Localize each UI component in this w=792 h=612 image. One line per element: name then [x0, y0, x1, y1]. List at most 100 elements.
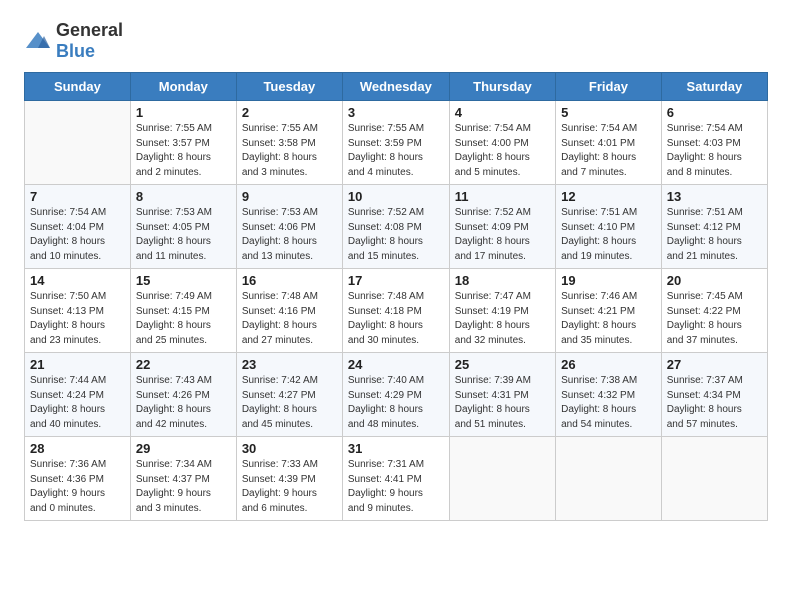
weekday-header-tuesday: Tuesday	[236, 73, 342, 101]
calendar-cell: 1 Sunrise: 7:55 AM Sunset: 3:57 PM Daylig…	[130, 101, 236, 185]
day-info: Sunrise: 7:49 AM Sunset: 4:15 PM Dayligh…	[136, 290, 231, 348]
calendar-week-1: 1 Sunrise: 7:55 AM Sunset: 3:57 PM Daylig…	[25, 101, 768, 185]
weekday-header-friday: Friday	[556, 73, 662, 101]
day-number: 16	[242, 273, 337, 288]
day-info: Sunrise: 7:45 AM Sunset: 4:22 PM Dayligh…	[667, 290, 762, 348]
day-number: 3	[348, 105, 444, 120]
day-info: Sunrise: 7:37 AM Sunset: 4:34 PM Dayligh…	[667, 374, 762, 432]
day-number: 20	[667, 273, 762, 288]
weekday-header-thursday: Thursday	[449, 73, 555, 101]
logo-blue: Blue	[56, 41, 95, 61]
calendar-header-row: SundayMondayTuesdayWednesdayThursdayFrid…	[25, 73, 768, 101]
calendar-cell: 10 Sunrise: 7:52 AM Sunset: 4:08 PM Dayli…	[342, 185, 449, 269]
weekday-header-wednesday: Wednesday	[342, 73, 449, 101]
day-number: 18	[455, 273, 550, 288]
calendar-cell: 2 Sunrise: 7:55 AM Sunset: 3:58 PM Daylig…	[236, 101, 342, 185]
day-info: Sunrise: 7:52 AM Sunset: 4:08 PM Dayligh…	[348, 206, 444, 264]
day-info: Sunrise: 7:47 AM Sunset: 4:19 PM Dayligh…	[455, 290, 550, 348]
calendar-cell: 11 Sunrise: 7:52 AM Sunset: 4:09 PM Dayli…	[449, 185, 555, 269]
day-number: 29	[136, 441, 231, 456]
calendar-cell	[556, 437, 662, 521]
calendar-cell: 30Sunrise: 7:33 AM Sunset: 4:39 PM Dayli…	[236, 437, 342, 521]
calendar-cell: 3 Sunrise: 7:55 AM Sunset: 3:59 PM Daylig…	[342, 101, 449, 185]
logo: General Blue	[24, 20, 123, 62]
day-number: 27	[667, 357, 762, 372]
weekday-header-sunday: Sunday	[25, 73, 131, 101]
logo-icon	[24, 30, 52, 52]
day-info: Sunrise: 7:43 AM Sunset: 4:26 PM Dayligh…	[136, 374, 231, 432]
calendar-cell: 9 Sunrise: 7:53 AM Sunset: 4:06 PM Daylig…	[236, 185, 342, 269]
day-number: 31	[348, 441, 444, 456]
calendar-cell: 18 Sunrise: 7:47 AM Sunset: 4:19 PM Dayli…	[449, 269, 555, 353]
day-info: Sunrise: 7:55 AM Sunset: 3:59 PM Dayligh…	[348, 122, 444, 180]
day-info: Sunrise: 7:55 AM Sunset: 3:57 PM Dayligh…	[136, 122, 231, 180]
day-info: Sunrise: 7:51 AM Sunset: 4:10 PM Dayligh…	[561, 206, 656, 264]
day-number: 21	[30, 357, 125, 372]
day-info: Sunrise: 7:48 AM Sunset: 4:16 PM Dayligh…	[242, 290, 337, 348]
day-number: 5	[561, 105, 656, 120]
calendar-cell: 19Sunrise: 7:46 AM Sunset: 4:21 PM Dayli…	[556, 269, 662, 353]
calendar-cell: 12 Sunrise: 7:51 AM Sunset: 4:10 PM Dayli…	[556, 185, 662, 269]
day-number: 8	[136, 189, 231, 204]
calendar-week-2: 7 Sunrise: 7:54 AM Sunset: 4:04 PM Daylig…	[25, 185, 768, 269]
day-number: 2	[242, 105, 337, 120]
calendar-cell: 17 Sunrise: 7:48 AM Sunset: 4:18 PM Dayli…	[342, 269, 449, 353]
day-info: Sunrise: 7:53 AM Sunset: 4:06 PM Dayligh…	[242, 206, 337, 264]
day-number: 22	[136, 357, 231, 372]
day-info: Sunrise: 7:55 AM Sunset: 3:58 PM Dayligh…	[242, 122, 337, 180]
calendar-cell: 15 Sunrise: 7:49 AM Sunset: 4:15 PM Dayli…	[130, 269, 236, 353]
day-info: Sunrise: 7:54 AM Sunset: 4:03 PM Dayligh…	[667, 122, 762, 180]
calendar-cell: 28 Sunrise: 7:36 AM Sunset: 4:36 PM Dayli…	[25, 437, 131, 521]
day-info: Sunrise: 7:39 AM Sunset: 4:31 PM Dayligh…	[455, 374, 550, 432]
calendar-cell: 7 Sunrise: 7:54 AM Sunset: 4:04 PM Daylig…	[25, 185, 131, 269]
calendar-cell: 31 Sunrise: 7:31 AM Sunset: 4:41 PM Dayli…	[342, 437, 449, 521]
day-number: 17	[348, 273, 444, 288]
calendar-cell: 24 Sunrise: 7:40 AM Sunset: 4:29 PM Dayli…	[342, 353, 449, 437]
day-number: 15	[136, 273, 231, 288]
calendar-cell	[25, 101, 131, 185]
calendar-cell: 21 Sunrise: 7:44 AM Sunset: 4:24 PM Dayli…	[25, 353, 131, 437]
day-info: Sunrise: 7:52 AM Sunset: 4:09 PM Dayligh…	[455, 206, 550, 264]
calendar-cell: 8 Sunrise: 7:53 AM Sunset: 4:05 PM Daylig…	[130, 185, 236, 269]
calendar-week-5: 28 Sunrise: 7:36 AM Sunset: 4:36 PM Dayli…	[25, 437, 768, 521]
day-number: 28	[30, 441, 125, 456]
calendar-cell: 4Sunrise: 7:54 AM Sunset: 4:00 PM Daylig…	[449, 101, 555, 185]
calendar-cell	[661, 437, 767, 521]
calendar-cell: 5 Sunrise: 7:54 AM Sunset: 4:01 PM Daylig…	[556, 101, 662, 185]
day-info: Sunrise: 7:53 AM Sunset: 4:05 PM Dayligh…	[136, 206, 231, 264]
day-info: Sunrise: 7:36 AM Sunset: 4:36 PM Dayligh…	[30, 458, 125, 516]
day-number: 24	[348, 357, 444, 372]
day-info: Sunrise: 7:40 AM Sunset: 4:29 PM Dayligh…	[348, 374, 444, 432]
calendar-cell: 6 Sunrise: 7:54 AM Sunset: 4:03 PM Daylig…	[661, 101, 767, 185]
day-info: Sunrise: 7:46 AM Sunset: 4:21 PM Dayligh…	[561, 290, 656, 348]
day-number: 25	[455, 357, 550, 372]
day-number: 11	[455, 189, 550, 204]
day-number: 1	[136, 105, 231, 120]
day-info: Sunrise: 7:48 AM Sunset: 4:18 PM Dayligh…	[348, 290, 444, 348]
calendar-cell: 29 Sunrise: 7:34 AM Sunset: 4:37 PM Dayli…	[130, 437, 236, 521]
calendar-week-4: 21 Sunrise: 7:44 AM Sunset: 4:24 PM Dayli…	[25, 353, 768, 437]
day-info: Sunrise: 7:51 AM Sunset: 4:12 PM Dayligh…	[667, 206, 762, 264]
day-info: Sunrise: 7:54 AM Sunset: 4:04 PM Dayligh…	[30, 206, 125, 264]
weekday-header-monday: Monday	[130, 73, 236, 101]
calendar-table: SundayMondayTuesdayWednesdayThursdayFrid…	[24, 72, 768, 521]
day-number: 6	[667, 105, 762, 120]
day-number: 14	[30, 273, 125, 288]
day-number: 9	[242, 189, 337, 204]
page-header: General Blue	[24, 20, 768, 62]
day-info: Sunrise: 7:33 AM Sunset: 4:39 PM Dayligh…	[242, 458, 337, 516]
logo-general: General	[56, 20, 123, 40]
calendar-cell: 25 Sunrise: 7:39 AM Sunset: 4:31 PM Dayli…	[449, 353, 555, 437]
day-info: Sunrise: 7:54 AM Sunset: 4:01 PM Dayligh…	[561, 122, 656, 180]
day-number: 7	[30, 189, 125, 204]
day-info: Sunrise: 7:34 AM Sunset: 4:37 PM Dayligh…	[136, 458, 231, 516]
day-info: Sunrise: 7:44 AM Sunset: 4:24 PM Dayligh…	[30, 374, 125, 432]
calendar-cell: 26Sunrise: 7:38 AM Sunset: 4:32 PM Dayli…	[556, 353, 662, 437]
weekday-header-saturday: Saturday	[661, 73, 767, 101]
day-number: 4	[455, 105, 550, 120]
calendar-cell: 23Sunrise: 7:42 AM Sunset: 4:27 PM Dayli…	[236, 353, 342, 437]
day-info: Sunrise: 7:31 AM Sunset: 4:41 PM Dayligh…	[348, 458, 444, 516]
day-number: 10	[348, 189, 444, 204]
day-number: 12	[561, 189, 656, 204]
calendar-cell: 20 Sunrise: 7:45 AM Sunset: 4:22 PM Dayli…	[661, 269, 767, 353]
